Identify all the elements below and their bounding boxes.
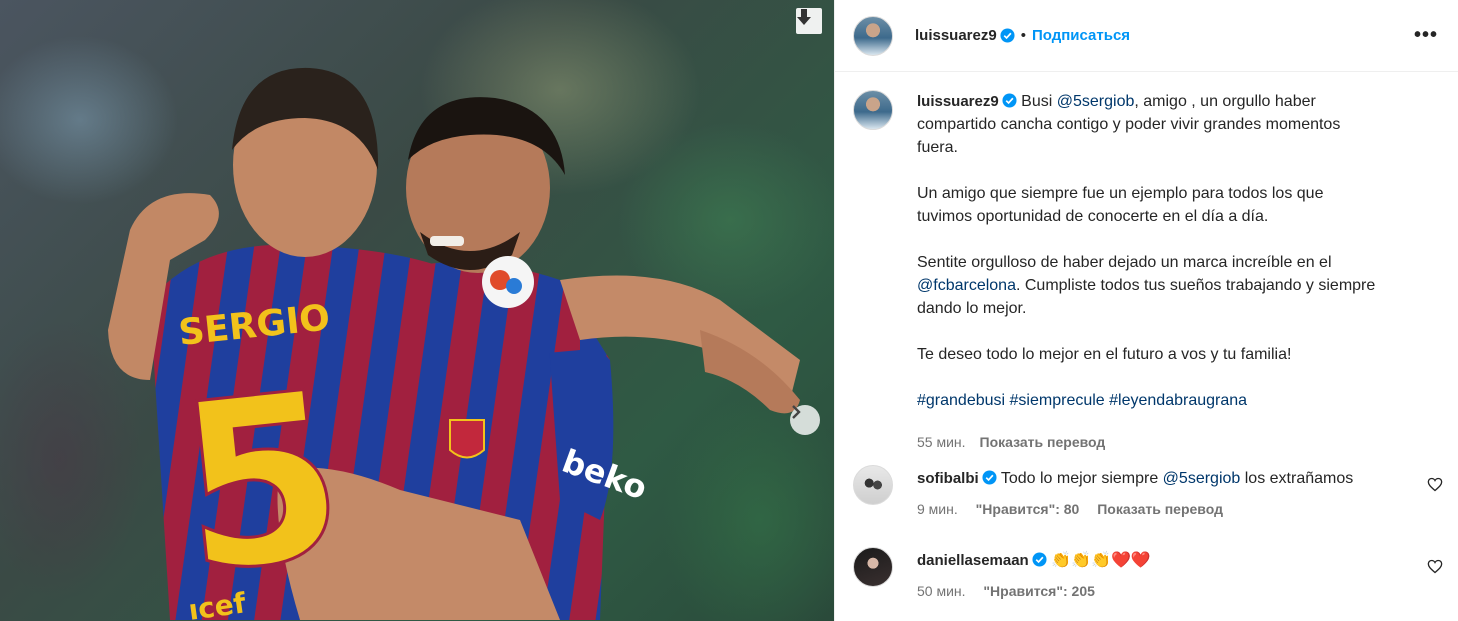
caption-text: Busi	[1021, 93, 1057, 110]
verified-badge-icon	[1000, 28, 1015, 43]
verified-badge-icon	[1032, 552, 1047, 567]
caption-paragraph: Te deseo todo lo mejor en el futuro a vo…	[917, 346, 1292, 363]
post-time: 55 мин.	[917, 434, 966, 450]
separator-dot: •	[1020, 27, 1026, 44]
players-illustration: SERGIO 5 beko ıcef	[108, 67, 800, 621]
translate-button[interactable]: Показать перевод	[980, 434, 1106, 450]
caption-body: luissuarez9 Busi @5sergiob, amigo , un o…	[917, 90, 1377, 454]
author-username[interactable]: luissuarez9	[915, 27, 997, 44]
download-arrow-icon	[797, 9, 811, 25]
hashtag-link[interactable]: #siemprecule	[1010, 392, 1105, 409]
caption-paragraph: Un amigo que siempre fue un ejemplo para…	[917, 185, 1324, 225]
comment-time: 50 мин.	[917, 583, 966, 599]
hashtag-link[interactable]: #leyendabraugrana	[1109, 392, 1247, 409]
comment-meta: 50 мин. "Нравится": 205	[917, 580, 1417, 602]
caption-username[interactable]: luissuarez9	[917, 93, 999, 110]
chevron-right-icon	[792, 405, 801, 419]
comment-username[interactable]: sofibalbi	[917, 470, 979, 487]
follow-button[interactable]: Подписаться	[1032, 27, 1130, 44]
comment-body: daniellasemaan 👏👏👏❤️❤️ 50 мин. "Нравится…	[917, 547, 1417, 602]
post-header: luissuarez9 • Подписаться •••	[835, 0, 1458, 72]
post-photo: SERGIO 5 beko ıcef	[0, 0, 834, 621]
translate-button[interactable]: Показать перевод	[1097, 501, 1223, 517]
comment-likes[interactable]: "Нравится": 80	[976, 501, 1080, 517]
post-side-panel: luissuarez9 • Подписаться ••• luissuarez…	[834, 0, 1458, 621]
caption-text: Sentite orgulloso de haber dejado un mar…	[917, 254, 1332, 271]
comment-item: sofibalbi Todo lo mejor siempre @5sergio…	[853, 465, 1443, 520]
mention-link[interactable]: @fcbarcelona	[917, 277, 1016, 294]
verified-badge-icon	[1002, 93, 1017, 108]
comment-avatar[interactable]	[853, 465, 893, 505]
jersey-number: 5	[168, 342, 355, 621]
comment-emoji: 👏👏👏❤️❤️	[1051, 552, 1151, 569]
next-photo-button[interactable]	[790, 405, 820, 435]
caption-meta: 55 мин. Показать перевод	[917, 431, 1377, 454]
more-dots-icon[interactable]: •••	[1414, 24, 1438, 47]
comment-time: 9 мин.	[917, 501, 958, 517]
mention-link[interactable]: @5sergiob	[1057, 93, 1135, 110]
comment-text: los extrañamos	[1240, 470, 1354, 487]
comment-meta: 9 мин. "Нравится": 80 Показать перевод	[917, 498, 1417, 520]
comment-username[interactable]: daniellasemaan	[917, 552, 1029, 569]
comment-body: sofibalbi Todo lo mejor siempre @5sergio…	[917, 465, 1417, 520]
mention-link[interactable]: @5sergiob	[1163, 470, 1241, 487]
heart-icon[interactable]	[1427, 559, 1443, 574]
comment-text: Todo lo mejor siempre	[1000, 470, 1163, 487]
hashtag-link[interactable]: #grandebusi	[917, 392, 1005, 409]
post-dialog: SERGIO 5 beko ıcef luissuarez9 • Подписа…	[0, 0, 1458, 621]
post-caption: luissuarez9 Busi @5sergiob, amigo , un o…	[853, 90, 1443, 454]
avatar[interactable]	[853, 15, 893, 56]
comment-avatar[interactable]	[853, 547, 893, 587]
download-button[interactable]	[796, 8, 822, 34]
comment-item: daniellasemaan 👏👏👏❤️❤️ 50 мин. "Нравится…	[853, 547, 1443, 602]
caption-avatar[interactable]	[853, 90, 893, 130]
verified-badge-icon	[982, 470, 997, 485]
comment-likes[interactable]: "Нравится": 205	[983, 583, 1094, 599]
heart-icon[interactable]	[1427, 477, 1443, 492]
